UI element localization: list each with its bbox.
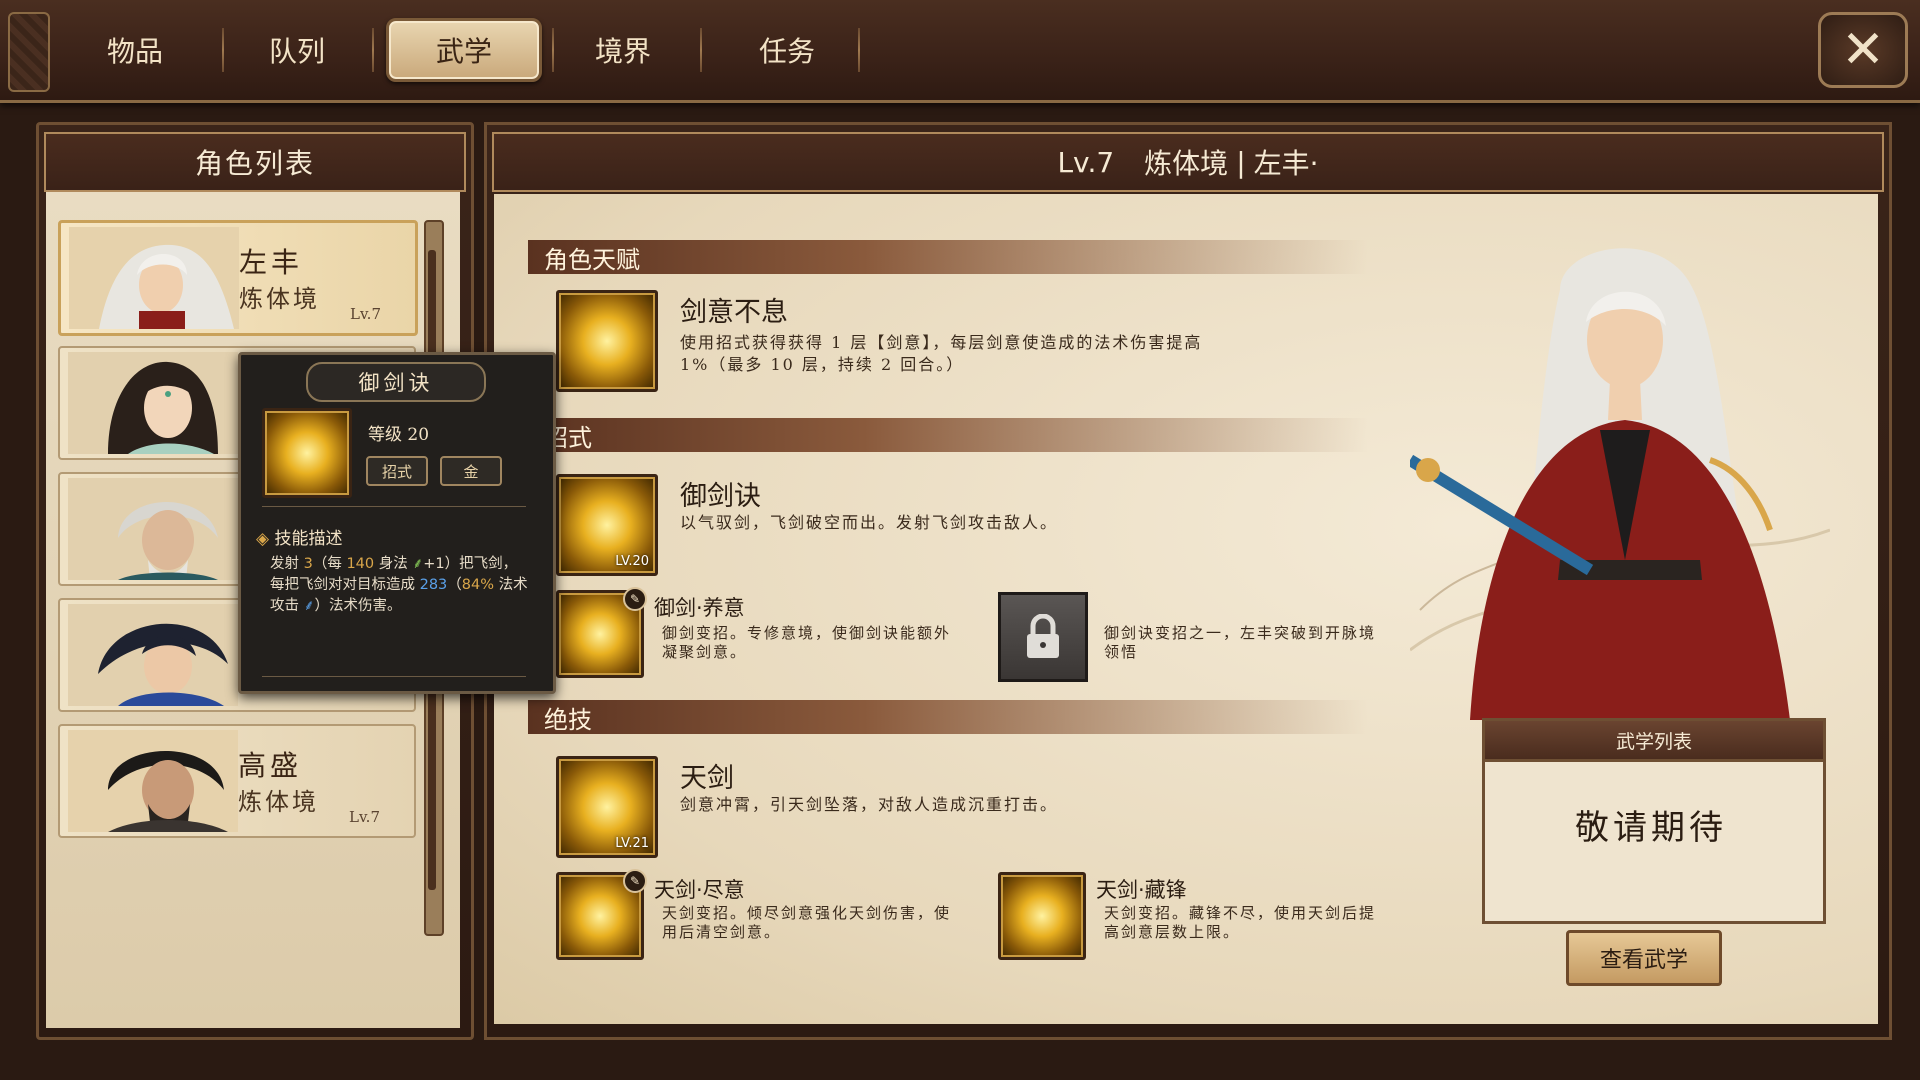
tab-divider (372, 28, 374, 72)
role-level: Lv.7 (350, 305, 381, 323)
character-illustration (1410, 248, 1830, 720)
tooltip-divider (262, 676, 526, 677)
role-card-gaosheng[interactable]: 高盛 炼体境 Lv.7 (58, 724, 416, 838)
skill-icon-tianjian[interactable]: LV.21 (556, 756, 658, 858)
coming-soon-text: 敬请期待 (1575, 808, 1727, 848)
role-realm: 炼体境 (239, 285, 320, 313)
tooltip-level: 等级 20 (368, 425, 430, 445)
tab-quests[interactable]: 任务 (712, 20, 862, 80)
tab-martial-arts[interactable]: 武学 (386, 18, 542, 82)
variant-icon[interactable]: ✎ (556, 587, 647, 678)
skill-level: LV.20 (615, 554, 649, 569)
character-portrait (68, 604, 238, 706)
character-header: Lv.7 炼体境 | 左丰· (492, 132, 1884, 192)
corner-ornament (8, 12, 50, 92)
section-talent: 角色天赋 (528, 240, 1368, 274)
tooltip-title: 御剑诀 (306, 362, 486, 402)
header-separator: | (1236, 145, 1246, 179)
tooltip-description: 发射 3（每 140 身法 ⸙+1）把飞剑，每把飞剑对对目标造成 283（84%… (270, 556, 528, 614)
locked-variant-desc: 御剑诀变招之一，左丰突破到开脉境 领悟 (1104, 624, 1377, 661)
header-name: 左丰· (1253, 147, 1319, 180)
skill-level: LV.21 (615, 836, 649, 851)
skill-desc: 以气驭剑，飞剑破空而出。发射飞剑攻击敌人。 (680, 513, 1059, 532)
character-portrait (68, 730, 238, 832)
tooltip-divider (262, 506, 526, 507)
role-realm: 炼体境 (238, 788, 319, 816)
edit-icon[interactable]: ✎ (623, 587, 647, 611)
view-martial-arts-button[interactable]: 查看武学 (1566, 930, 1722, 986)
close-icon: ✕ (1841, 20, 1885, 80)
variant-desc: 御剑变招。专修意境，使御剑诀能额外 凝聚剑意。 (662, 624, 952, 661)
ultimate-desc: 剑意冲霄，引天剑坠落，对敌人造成沉重打击。 (680, 795, 1059, 814)
variant-name: 天剑·藏锋 (1096, 878, 1187, 902)
tab-items[interactable]: 物品 (60, 20, 210, 80)
close-button[interactable]: ✕ (1818, 12, 1908, 88)
skill-name: 御剑诀 (680, 481, 761, 512)
section-moves: 招式 (528, 418, 1368, 452)
tab-realm[interactable]: 境界 (548, 20, 698, 80)
variant-name: 御剑·养意 (654, 596, 745, 620)
role-name: 左丰 (239, 246, 304, 279)
variant-icon[interactable]: ✎ (556, 869, 647, 960)
tab-divider (858, 28, 860, 72)
role-name: 高盛 (238, 749, 303, 782)
tooltip-skill-icon (262, 408, 352, 498)
martial-arts-list-title: 武学列表 (1482, 718, 1826, 762)
skill-icon-yujianjue[interactable]: LV.20 (556, 474, 658, 576)
talent-icon[interactable] (556, 290, 658, 392)
variant-name: 天剑·尽意 (654, 878, 745, 902)
tab-team[interactable]: 队列 (222, 20, 372, 80)
section-ultimate: 绝技 (528, 700, 1368, 734)
tooltip-desc-heading: ◈ 技能描述 (256, 529, 343, 549)
tab-divider (700, 28, 702, 72)
talent-name: 剑意不息 (680, 297, 788, 328)
magic-attack-icon: ⸙ (303, 598, 315, 614)
tooltip-tag-move: 招式 (366, 456, 428, 486)
roster-title: 角色列表 (44, 132, 466, 192)
variant-desc: 天剑变招。藏锋不尽，使用天剑后提 高剑意层数上限。 (1104, 904, 1377, 941)
locked-variant[interactable] (998, 592, 1088, 682)
role-card-zuofeng[interactable]: 左丰 炼体境 Lv.7 (58, 220, 418, 336)
role-level: Lv.7 (349, 808, 380, 826)
skill-tooltip (238, 352, 556, 694)
character-portrait (68, 352, 238, 454)
variant-desc: 天剑变招。倾尽剑意强化天剑伤害，使 用后清空剑意。 (662, 904, 952, 941)
talent-desc: 使用招式获得获得 1 层【剑意】，每层剑意使造成的法术伤害提高 1%（最多 10… (680, 333, 1203, 374)
ultimate-name: 天剑 (680, 763, 734, 794)
tooltip-tag-gold: 金 (440, 456, 502, 486)
character-portrait (68, 478, 238, 580)
edit-icon[interactable]: ✎ (623, 869, 647, 893)
header-realm: 炼体境 (1144, 147, 1229, 180)
header-level: Lv.7 (1057, 145, 1115, 179)
lock-icon (1027, 614, 1059, 658)
character-portrait (69, 227, 239, 329)
agility-icon: ⸙ (412, 556, 424, 572)
variant-icon[interactable] (998, 872, 1086, 960)
